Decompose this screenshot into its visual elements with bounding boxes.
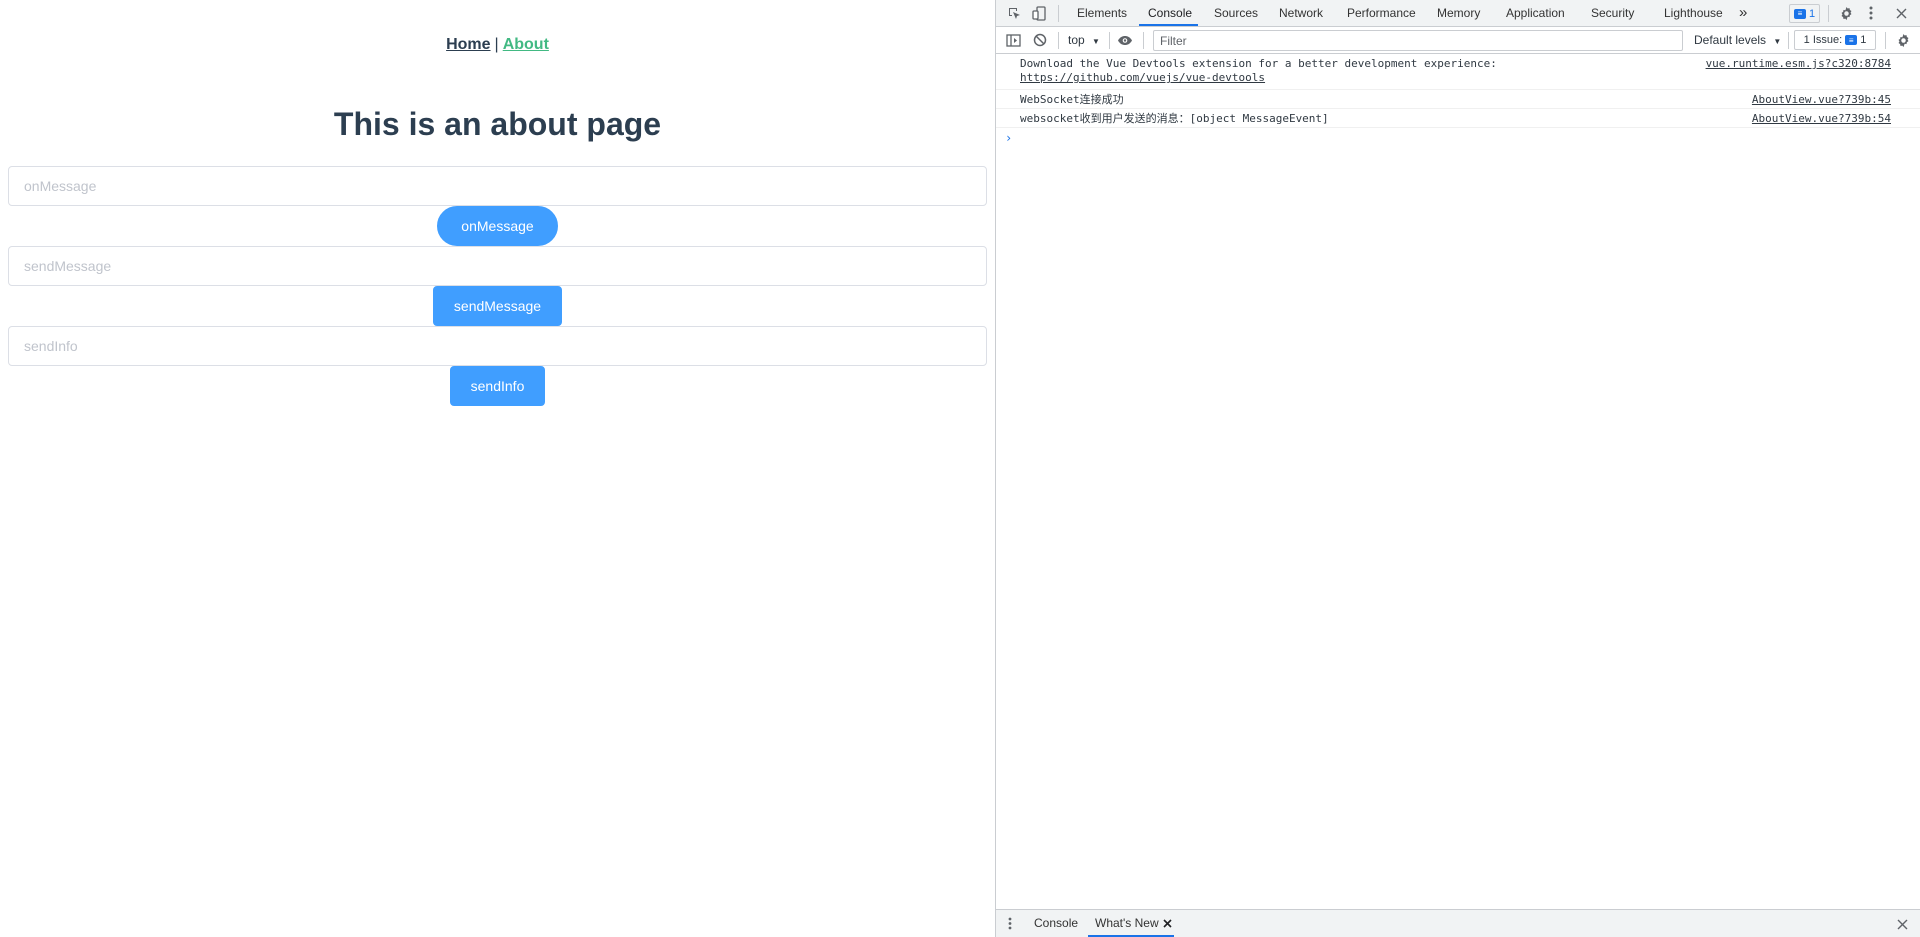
send-message-button[interactable]: sendMessage: [433, 286, 562, 326]
context-selector-label: top: [1068, 33, 1085, 47]
console-message-text: WebSocket连接成功: [1020, 93, 1124, 106]
selected-tab-indicator: [1139, 24, 1198, 26]
page-title: This is an about page: [333, 106, 662, 142]
issue-message-icon: ≡: [1845, 35, 1858, 45]
more-tabs-chevron-icon[interactable]: »: [1739, 0, 1747, 26]
messages-count: 1: [1808, 7, 1816, 20]
console-message: WebSocket连接成功 AboutView.vue?739b:45: [996, 90, 1920, 109]
log-levels-label: Default levels: [1694, 33, 1767, 47]
tab-elements[interactable]: Elements: [1077, 0, 1127, 26]
devtools-drawer: Console What's New: [996, 909, 1920, 937]
toolbar-divider: [1058, 32, 1059, 49]
send-info-button[interactable]: sendInfo: [450, 366, 545, 406]
toolbar-divider: [1788, 32, 1789, 49]
tab-console[interactable]: Console: [1148, 0, 1192, 26]
devtools-tab-bar: Elements Console Sources Network Perform…: [996, 0, 1920, 27]
app-page: Home | About This is an about page onMessa…: [0, 0, 995, 937]
context-selector[interactable]: top ▼: [1068, 31, 1100, 50]
device-toolbar-icon[interactable]: [1029, 3, 1049, 23]
console-settings-gear-icon[interactable]: [1893, 30, 1913, 50]
tab-memory[interactable]: Memory: [1437, 0, 1480, 26]
dropdown-arrow-icon: ▼: [1092, 37, 1100, 46]
console-toolbar: top ▼ Default levels ▼ 1 Issue: ≡ 1: [996, 27, 1920, 54]
message-icon: ≡: [1793, 8, 1806, 19]
console-message-source[interactable]: AboutView.vue?739b:54: [1752, 112, 1891, 126]
drawer-tab-console[interactable]: Console: [1034, 910, 1078, 937]
console-message-text: websocket收到用户发送的消息：[object MessageEvent]: [1020, 112, 1329, 125]
live-expression-eye-icon[interactable]: [1115, 30, 1135, 50]
toolbar-divider: [1109, 32, 1110, 49]
close-drawer-icon[interactable]: [1892, 914, 1912, 934]
messages-badge-button[interactable]: ≡ 1: [1789, 4, 1820, 23]
issues-count: 1: [1860, 34, 1867, 46]
devtools-panel: Elements Console Sources Network Perform…: [995, 0, 1920, 937]
nav-separator: |: [494, 36, 499, 53]
show-sidebar-icon[interactable]: [1003, 30, 1023, 50]
settings-gear-icon[interactable]: [1836, 3, 1856, 23]
top-nav: Home | About: [0, 36, 995, 54]
issues-button[interactable]: 1 Issue: ≡ 1: [1794, 30, 1876, 50]
on-message-button[interactable]: onMessage: [437, 206, 558, 246]
console-message: websocket收到用户发送的消息：[object MessageEvent]…: [996, 109, 1920, 128]
console-message-source[interactable]: vue.runtime.esm.js?c320:8784: [1706, 57, 1891, 71]
inspect-element-icon[interactable]: [1004, 3, 1024, 23]
tab-bar-divider: [1058, 5, 1059, 22]
drawer-tab-whats-new[interactable]: What's New: [1095, 910, 1159, 937]
close-devtools-icon[interactable]: [1891, 3, 1911, 23]
console-filter-input[interactable]: [1153, 30, 1683, 51]
tab-bar-divider: [1828, 5, 1829, 22]
nav-link-about[interactable]: About: [503, 36, 549, 53]
nav-link-home[interactable]: Home: [446, 36, 490, 53]
console-prompt-chevron-icon[interactable]: ›: [1005, 131, 1012, 145]
clear-console-icon[interactable]: [1030, 30, 1050, 50]
console-message-link[interactable]: https://github.com/vuejs/vue-devtools: [1020, 71, 1265, 85]
log-levels-dropdown[interactable]: Default levels ▼: [1694, 31, 1781, 50]
issues-label: 1 Issue:: [1803, 34, 1843, 46]
tab-lighthouse[interactable]: Lighthouse: [1664, 0, 1723, 26]
tab-performance[interactable]: Performance: [1347, 0, 1416, 26]
close-whats-new-icon[interactable]: [1163, 917, 1172, 931]
on-message-input[interactable]: [8, 166, 987, 206]
send-info-input[interactable]: [8, 326, 987, 366]
toolbar-divider: [1143, 32, 1144, 49]
dropdown-arrow-icon: ▼: [1773, 37, 1782, 46]
tab-sources[interactable]: Sources: [1214, 0, 1258, 26]
tab-network[interactable]: Network: [1279, 0, 1323, 26]
tab-application[interactable]: Application: [1506, 0, 1565, 26]
more-options-kebab-icon[interactable]: [1861, 3, 1881, 23]
tab-security[interactable]: Security: [1591, 0, 1634, 26]
toolbar-divider: [1885, 32, 1886, 49]
drawer-menu-kebab-icon[interactable]: [1000, 913, 1020, 933]
console-message: Download the Vue Devtools extension for …: [996, 54, 1920, 90]
console-message-text: Download the Vue Devtools extension for …: [1020, 57, 1497, 70]
send-message-input[interactable]: [8, 246, 987, 286]
console-message-source[interactable]: AboutView.vue?739b:45: [1752, 93, 1891, 107]
